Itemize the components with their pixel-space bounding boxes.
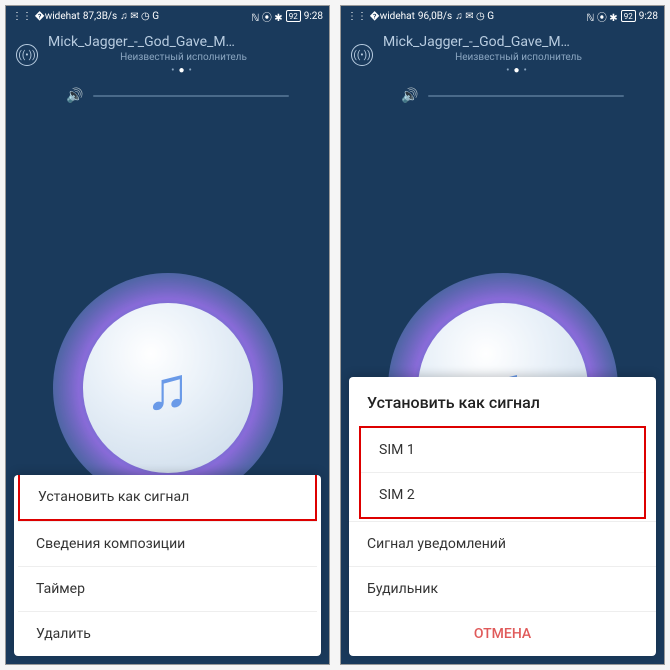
page-dots: •●• — [48, 65, 319, 76]
cancel-button[interactable]: ОТМЕНА — [349, 611, 656, 656]
volume-slider[interactable] — [428, 95, 624, 97]
volume-icon: 🔊 — [66, 88, 83, 104]
clock: 9:28 — [639, 11, 658, 22]
network-speed: 87,3B/s — [83, 11, 117, 22]
volume-icon: 🔊 — [401, 88, 418, 104]
status-bar: ⋮⋮ �widehat 87,3B/s ♫ ✉ ◷ G ℕ ⦿ ✱ 92 9:2… — [6, 6, 329, 26]
menu-item-track-info[interactable]: Сведения композиции — [18, 521, 317, 566]
network-speed: 96,0B/s — [418, 11, 452, 22]
option-notification[interactable]: Сигнал уведомлений — [349, 521, 656, 566]
track-title: Mick_Jagger_-_God_Gave_M… — [383, 34, 654, 50]
menu-item-delete[interactable]: Удалить — [18, 611, 317, 656]
phone-screen-left: ⋮⋮ �widehat 87,3B/s ♫ ✉ ◷ G ℕ ⦿ ✱ 92 9:2… — [5, 5, 330, 665]
volume-control[interactable]: 🔊 — [341, 80, 664, 112]
clock: 9:28 — [304, 11, 323, 22]
context-menu: Установить как сигнал Сведения композици… — [14, 475, 321, 656]
wifi-icon: ⋮⋮ �widehat — [12, 11, 80, 22]
track-artist: Неизвестный исполнитель — [383, 52, 654, 63]
phone-screen-right: ⋮⋮ �widehat 96,0B/s ♫ ✉ ◷ G ℕ ⦿ ✱ 92 9:2… — [340, 5, 665, 665]
menu-item-set-as-ringtone[interactable]: Установить как сигнал — [18, 475, 317, 521]
status-icons-left: ♫ ✉ ◷ G — [120, 11, 159, 22]
dialog-title: Установить как сигнал — [349, 377, 656, 424]
battery-indicator: 92 — [286, 10, 301, 22]
player-header: ((•)) Mick_Jagger_-_God_Gave_M… Неизвест… — [6, 26, 329, 80]
option-sim1[interactable]: SIM 1 — [361, 428, 644, 472]
status-bar: ⋮⋮ �widehat 96,0B/s ♫ ✉ ◷ G ℕ ⦿ ✱ 92 9:2… — [341, 6, 664, 26]
wifi-icon: ⋮⋮ �widehat — [347, 11, 415, 22]
track-artist: Неизвестный исполнитель — [48, 52, 319, 63]
status-icons-left: ♫ ✉ ◷ G — [455, 11, 494, 22]
volume-control[interactable]: 🔊 — [6, 80, 329, 112]
album-inner: ♫ — [83, 303, 253, 473]
sim-options-highlight: SIM 1 SIM 2 — [359, 426, 646, 519]
page-dots: •●• — [383, 65, 654, 76]
battery-indicator: 92 — [621, 10, 636, 22]
status-icons-right: ℕ ⦿ ✱ — [586, 9, 617, 24]
player-header: ((•)) Mick_Jagger_-_God_Gave_M… Неизвест… — [341, 26, 664, 80]
option-sim2[interactable]: SIM 2 — [361, 472, 644, 517]
music-note-icon: ♫ — [145, 353, 190, 424]
album-circle: ♫ — [53, 273, 283, 503]
ringtone-dialog: Установить как сигнал SIM 1 SIM 2 Сигнал… — [349, 377, 656, 656]
broadcast-icon[interactable]: ((•)) — [16, 44, 38, 66]
menu-item-timer[interactable]: Таймер — [18, 566, 317, 611]
broadcast-icon[interactable]: ((•)) — [351, 44, 373, 66]
volume-slider[interactable] — [93, 95, 289, 97]
status-icons-right: ℕ ⦿ ✱ — [251, 9, 282, 24]
track-title: Mick_Jagger_-_God_Gave_M… — [48, 34, 319, 50]
option-alarm[interactable]: Будильник — [349, 566, 656, 611]
